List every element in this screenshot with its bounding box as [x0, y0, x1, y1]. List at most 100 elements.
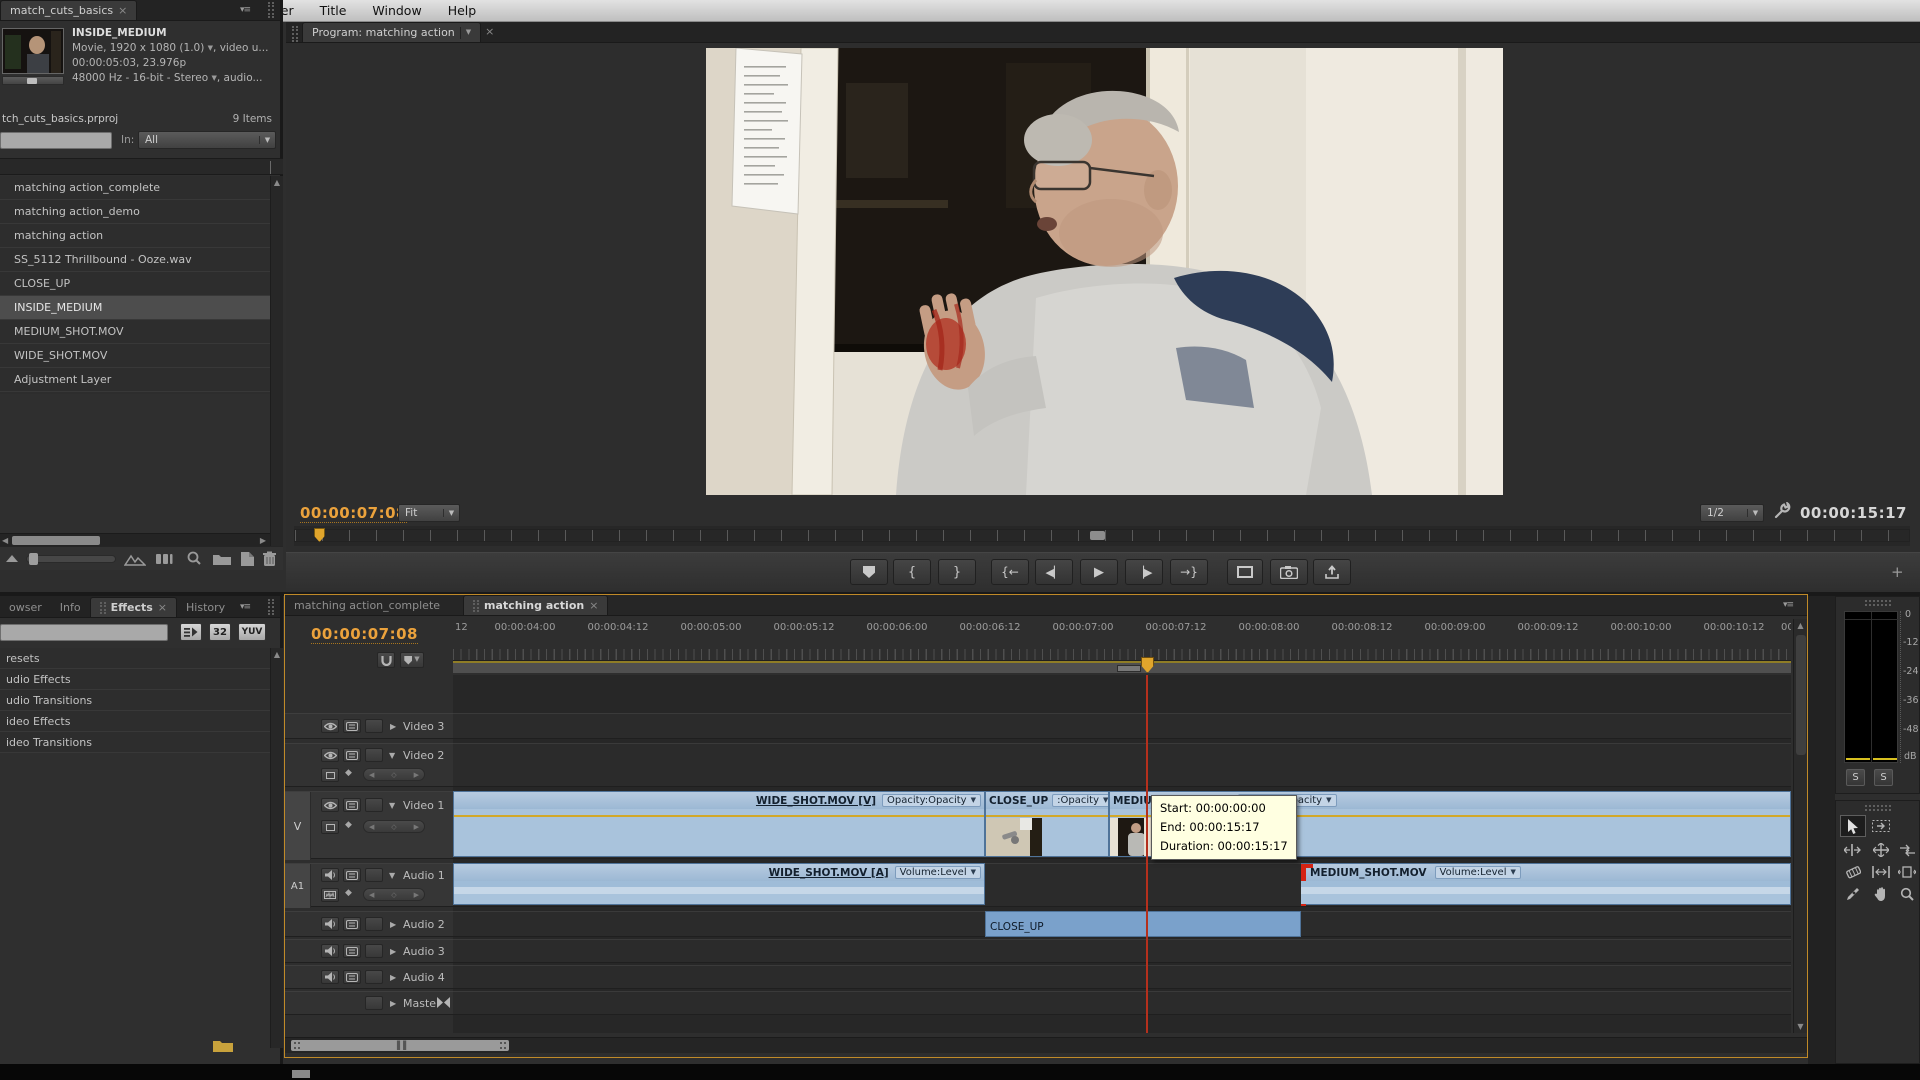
play-button[interactable]: ▶	[1080, 559, 1118, 585]
effects-scrollbar[interactable]: ▲	[270, 648, 283, 1048]
toggle-track-mute-icon[interactable]	[321, 917, 339, 931]
clip-fx-dropdown[interactable]: Volume:Level▼	[895, 866, 981, 879]
export-frame-button[interactable]	[1270, 559, 1308, 585]
toggle-track-mute-icon[interactable]	[321, 970, 339, 984]
twirl-open-icon[interactable]: ▼	[389, 751, 395, 760]
slide-tool[interactable]	[1894, 861, 1920, 883]
selection-tool[interactable]	[1840, 815, 1866, 837]
set-display-style-icon[interactable]	[321, 768, 339, 782]
list-item[interactable]: matching action	[0, 224, 270, 248]
clip-fx-dropdown[interactable]: Opacity:Opacity▼	[882, 794, 981, 807]
tab-history[interactable]: History	[177, 597, 234, 617]
rolling-edit-tool[interactable]	[1868, 839, 1894, 861]
automate-to-sequence-icon[interactable]	[155, 552, 179, 566]
list-item[interactable]: matching action_demo	[0, 200, 270, 224]
menu-window[interactable]: Window	[359, 3, 434, 18]
track-name[interactable]: Video 3	[403, 720, 444, 733]
go-to-in-button[interactable]: {←	[991, 559, 1029, 585]
clip-fx-dropdown[interactable]: Volume:Level▼	[1435, 866, 1521, 879]
effects-search-input[interactable]	[0, 624, 168, 641]
list-item[interactable]: WIDE_SHOT.MOV	[0, 344, 270, 368]
sync-lock-icon[interactable]	[343, 970, 361, 984]
track-lock-toggle[interactable]	[365, 917, 383, 931]
close-icon[interactable]: ×	[118, 4, 127, 17]
sync-lock-icon[interactable]	[343, 798, 361, 812]
tab-project[interactable]: match_cuts_basics×	[0, 0, 137, 20]
safe-margins-button[interactable]	[1227, 559, 1263, 585]
scroll-up-icon[interactable]: ▲	[271, 648, 283, 659]
new-item-icon[interactable]	[240, 551, 255, 567]
list-item-selected[interactable]: INSIDE_MEDIUM	[0, 296, 270, 320]
track-lock-toggle[interactable]	[365, 748, 383, 762]
track-lock-toggle[interactable]	[365, 798, 383, 812]
timeline-vscrollbar[interactable]: ▲ ▼	[1793, 619, 1807, 1033]
opacity-rubber-band[interactable]	[986, 815, 1108, 817]
clip-close-up-audio[interactable]: CLOSE_UP	[985, 911, 1301, 937]
solo-left-button[interactable]: S	[1846, 769, 1865, 786]
toggle-track-output-icon[interactable]	[321, 748, 339, 762]
track-lock-toggle[interactable]	[365, 970, 383, 984]
source-patch-a1-badge[interactable]: A1	[285, 864, 311, 908]
yuv-filter-button[interactable]: YUV	[238, 623, 266, 641]
clip-close-up-video[interactable]: CLOSE_UP :Opacity▼	[985, 791, 1109, 857]
track-name[interactable]: Video 1	[403, 799, 444, 812]
chevron-down-icon[interactable]: ▼	[466, 28, 471, 36]
tab-media-browser[interactable]: owser	[0, 597, 51, 617]
keyframe-toggle-icon[interactable]: ◆	[345, 888, 352, 898]
sync-lock-icon[interactable]	[343, 719, 361, 733]
panel-grip[interactable]	[1865, 805, 1891, 811]
settings-wrench-icon[interactable]	[1773, 502, 1791, 520]
zoom-fit-dropdown[interactable]: Fit▼	[398, 504, 460, 522]
track-content-area[interactable]: WIDE_SHOT.MOV [V] Opacity:Opacity▼ CLOSE…	[453, 675, 1791, 1033]
panel-menu-icon[interactable]: ▾≡	[240, 602, 250, 612]
toggle-track-output-icon[interactable]	[321, 719, 339, 733]
work-area-bar[interactable]	[453, 661, 1791, 673]
track-name[interactable]: Audio 4	[403, 971, 445, 984]
toggle-track-mute-icon[interactable]	[321, 944, 339, 958]
new-custom-bin-icon[interactable]	[212, 1038, 234, 1053]
close-icon[interactable]: ×	[485, 25, 494, 38]
set-display-style-icon[interactable]	[321, 820, 339, 834]
toggle-track-mute-icon[interactable]	[321, 868, 339, 882]
bin-column-header[interactable]	[0, 158, 283, 175]
pan-bowtie-icon[interactable]	[437, 997, 450, 1008]
close-icon[interactable]: ×	[589, 599, 598, 612]
scroll-down-icon[interactable]: ▼	[1794, 1022, 1807, 1031]
slip-tool[interactable]	[1868, 861, 1894, 883]
twirl-closed-icon[interactable]: ▶	[390, 920, 396, 929]
playback-resolution-dropdown[interactable]: 1/2▼	[1700, 504, 1764, 522]
list-item[interactable]: udio Transitions	[0, 690, 270, 711]
opacity-rubber-band[interactable]	[454, 815, 984, 817]
chevron-down-icon[interactable]: ▼	[208, 41, 213, 56]
snap-icon[interactable]	[377, 652, 395, 668]
tab-sequence-active[interactable]: matching action ×	[463, 595, 608, 615]
find-icon[interactable]	[186, 551, 202, 567]
track-name[interactable]: Audio 3	[403, 945, 445, 958]
accelerated-effects-filter-button[interactable]	[180, 623, 202, 641]
timeline-ruler[interactable]: 12 00:00:04:00 00:00:04:12 00:00:05:00 0…	[453, 619, 1791, 661]
scroll-thumb[interactable]: ▐▐	[291, 1040, 509, 1051]
zoom-slider[interactable]	[26, 555, 116, 563]
keyframe-toggle-icon[interactable]: ◆	[345, 820, 352, 830]
timeline-current-timecode[interactable]: 00:00:07:08	[311, 625, 418, 644]
mark-out-button[interactable]: }	[938, 559, 976, 585]
scroll-thumb[interactable]	[1796, 635, 1806, 755]
twirl-closed-icon[interactable]: ▶	[390, 999, 396, 1008]
step-back-button[interactable]: ◀▏	[1035, 559, 1073, 585]
razor-tool[interactable]	[1840, 861, 1866, 883]
scroll-up-icon[interactable]: ▲	[1794, 619, 1807, 630]
step-forward-button[interactable]: ▕▶	[1125, 559, 1163, 585]
menu-title[interactable]: Title	[307, 3, 360, 18]
icon-view-icon[interactable]	[124, 553, 146, 566]
set-marker-icon[interactable]: ▼	[400, 652, 424, 668]
panel-grip[interactable]	[1865, 600, 1891, 606]
list-item[interactable]: udio Effects	[0, 669, 270, 690]
track-name[interactable]: Audio 1	[403, 869, 445, 882]
track-name[interactable]: Master	[403, 997, 441, 1010]
track-lock-toggle[interactable]	[365, 944, 383, 958]
scroll-up-icon[interactable]: ▲	[271, 176, 283, 187]
list-view-icon[interactable]	[6, 555, 18, 562]
panel-grip[interactable]	[268, 2, 274, 18]
scroll-left-icon[interactable]: ◀	[2, 536, 8, 545]
track-lock-toggle[interactable]	[365, 996, 383, 1010]
